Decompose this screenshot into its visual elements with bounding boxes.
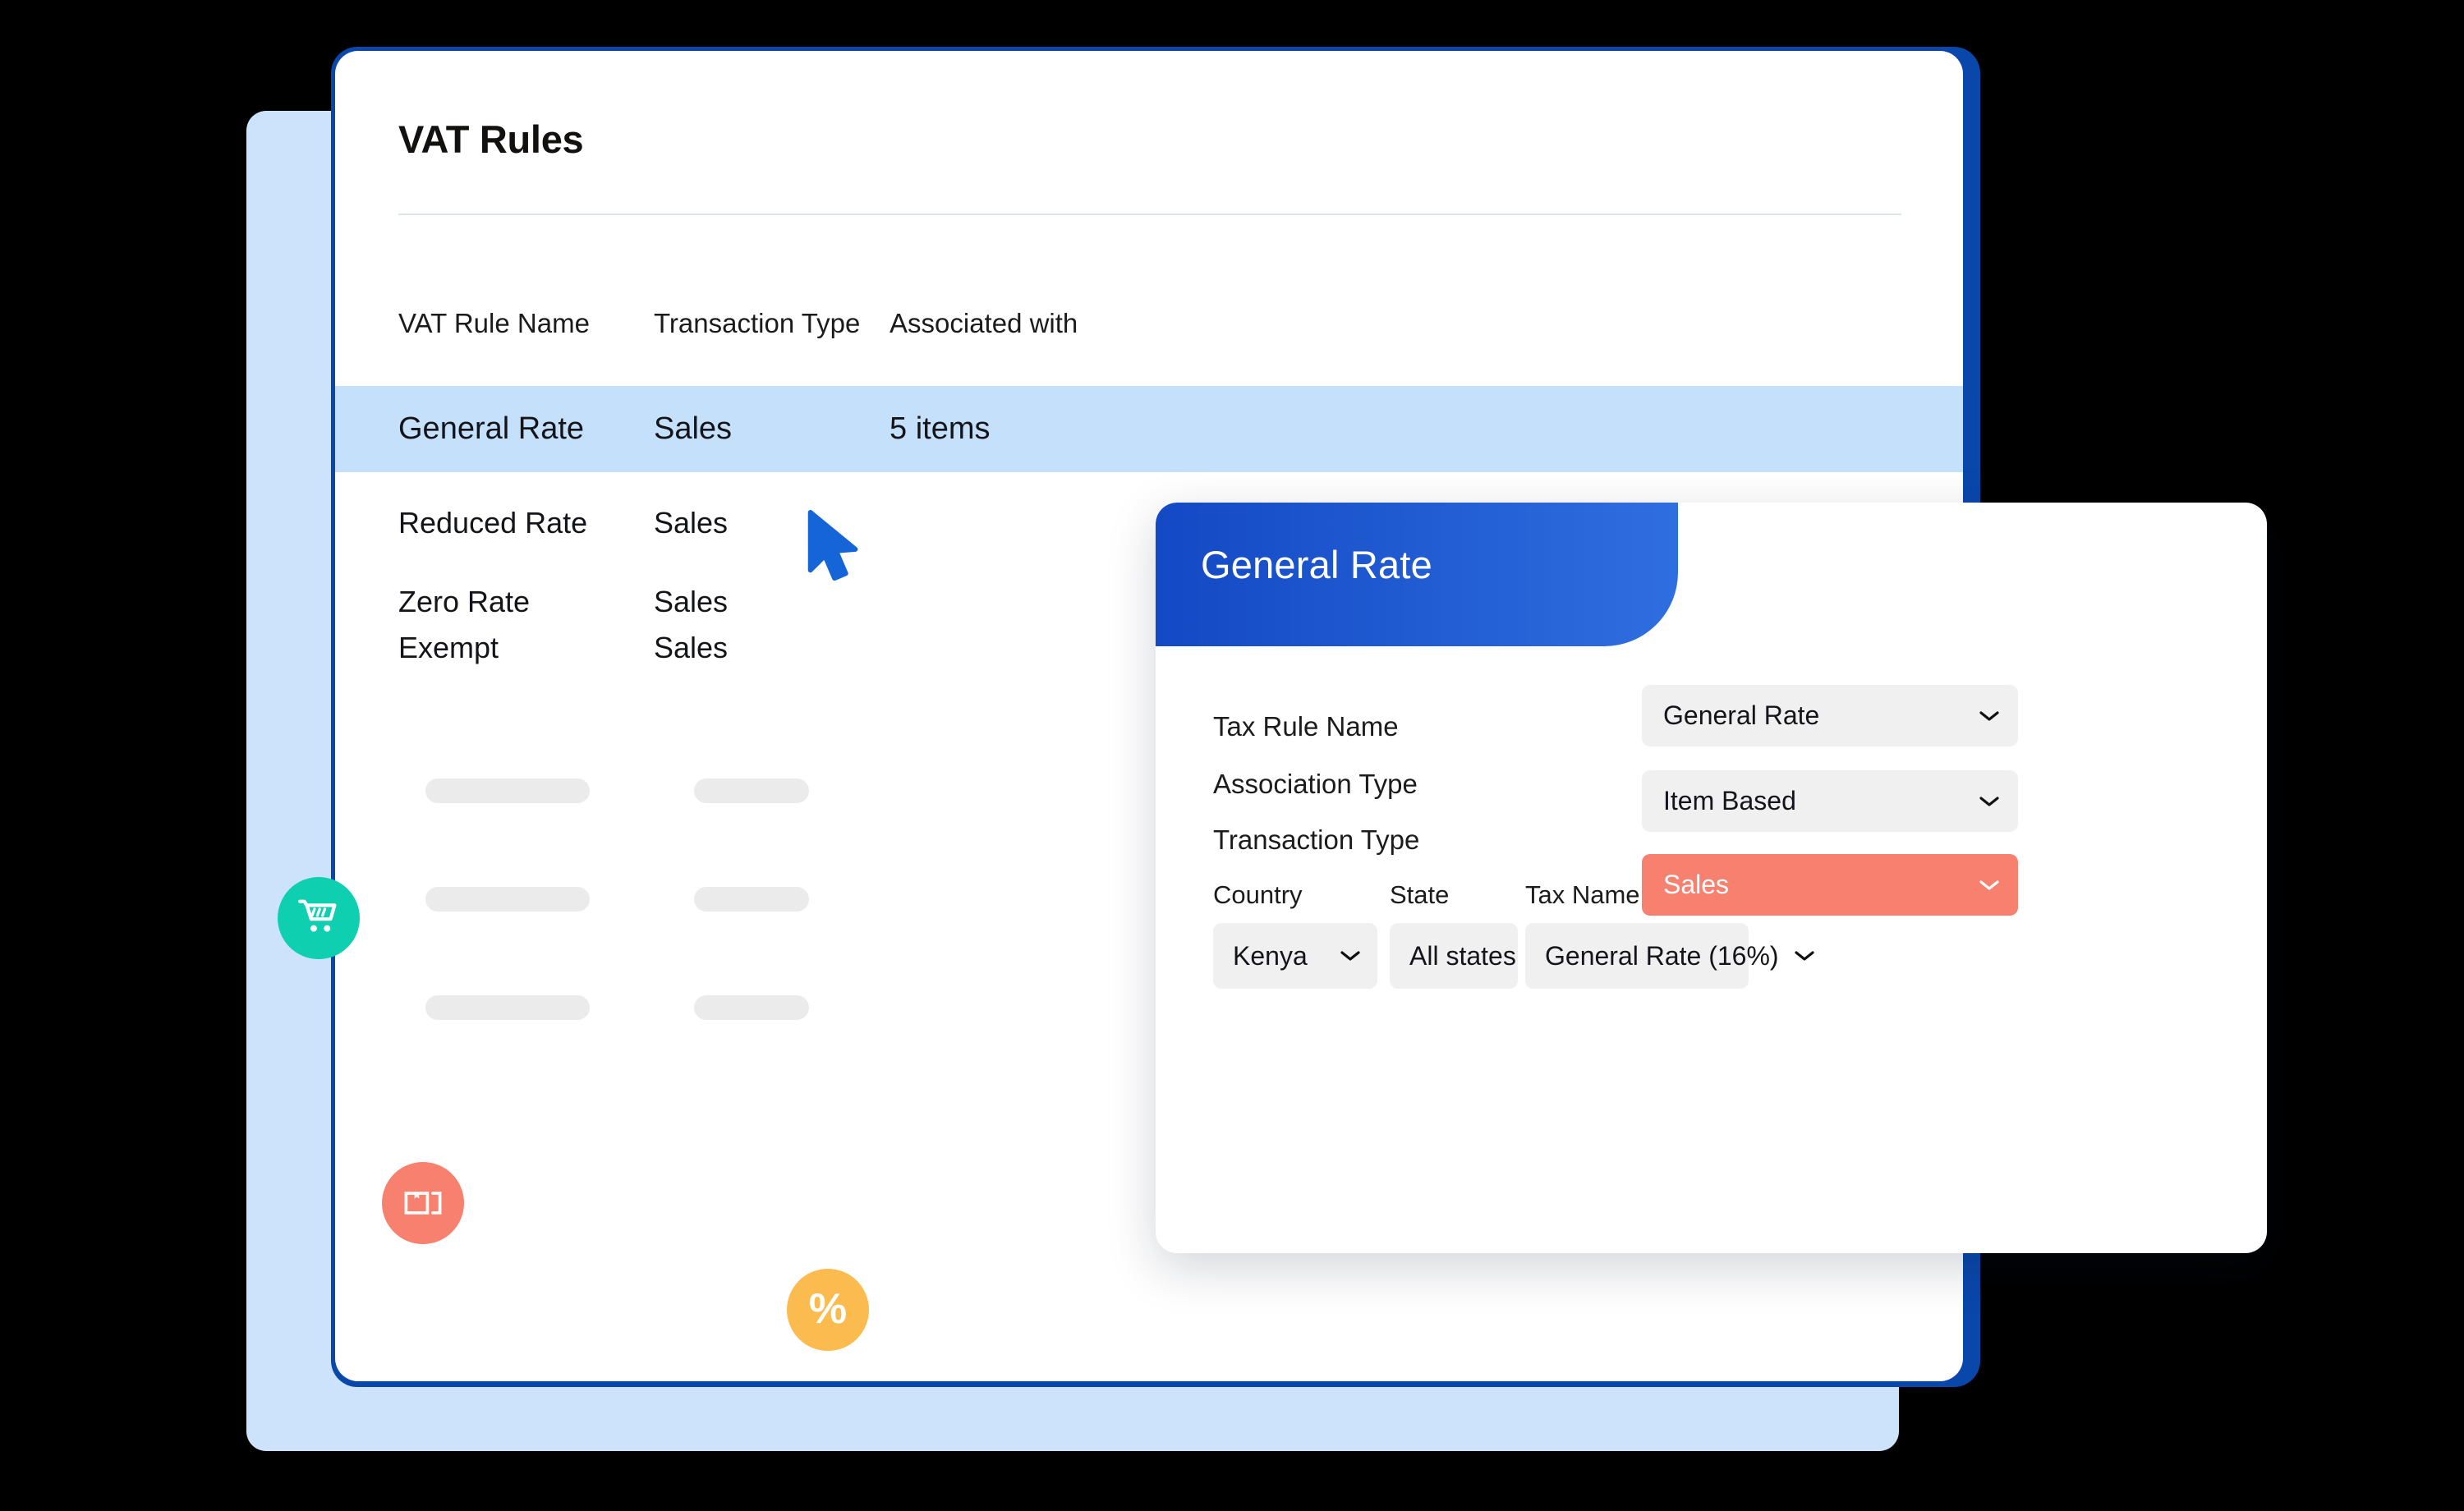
page-title: VAT Rules bbox=[398, 117, 584, 161]
column-header-associated-with: Associated with bbox=[890, 308, 1078, 338]
tax-rule-detail-panel: General Rate Tax Rule Name General Rate … bbox=[1156, 503, 2267, 1253]
dropdown-value: Sales bbox=[1663, 870, 1730, 899]
country-dropdown[interactable]: Kenya bbox=[1213, 923, 1377, 989]
state-dropdown[interactable]: All states bbox=[1390, 923, 1551, 989]
field-label: Tax Rule Name bbox=[1213, 711, 1399, 742]
chevron-down-icon bbox=[1979, 796, 1999, 806]
column-header-vat-rule-name: VAT Rule Name bbox=[398, 308, 590, 338]
cell-rule-name: Zero Rate bbox=[398, 585, 531, 618]
cell-transaction-type: Sales bbox=[654, 506, 729, 540]
field-tax-rule-name: Tax Rule Name General Rate bbox=[1156, 685, 2267, 756]
dropdown-value: All states bbox=[1409, 940, 1516, 971]
chevron-down-icon bbox=[1794, 951, 1814, 961]
skeleton-bar bbox=[425, 887, 590, 912]
transaction-type-dropdown[interactable]: Sales bbox=[1642, 854, 2018, 916]
detail-panel-title: General Rate bbox=[1201, 543, 1432, 586]
cell-rule-name: Reduced Rate bbox=[398, 506, 588, 540]
tax-name-dropdown[interactable]: General Rate (16%) bbox=[1525, 923, 1814, 989]
tax-name-label: Tax Name bbox=[1525, 880, 1640, 909]
column-header-transaction-type: Transaction Type bbox=[654, 308, 861, 338]
dropdown-value: Kenya bbox=[1233, 940, 1308, 971]
cell-associated-with: 5 items bbox=[890, 411, 991, 446]
field-transaction-type: Transaction Type Sales bbox=[1156, 811, 2267, 916]
tax-rule-name-dropdown[interactable]: General Rate bbox=[1642, 685, 2018, 746]
field-label: Association Type bbox=[1213, 769, 1418, 799]
mouse-cursor-icon bbox=[807, 509, 858, 581]
cell-rule-name: General Rate bbox=[398, 411, 585, 446]
badge-shopping-cart bbox=[278, 877, 360, 959]
chevron-down-icon bbox=[1979, 880, 1999, 890]
screenshot-stage: VAT Rules VAT Rule Name Transaction Type… bbox=[0, 0, 2464, 1511]
chevron-down-icon bbox=[1340, 951, 1360, 961]
cell-transaction-type: Sales bbox=[654, 411, 733, 446]
dropdown-value: General Rate (16%) bbox=[1545, 940, 1779, 971]
package-box-icon bbox=[404, 1192, 442, 1215]
skeleton-bar bbox=[694, 778, 809, 803]
skeleton-bar bbox=[694, 995, 809, 1020]
title-divider bbox=[398, 214, 1901, 215]
field-association-type: Association Type Item Based bbox=[1156, 756, 2267, 832]
table-header-row: VAT Rule Name Transaction Type Associate… bbox=[335, 295, 1963, 352]
dropdown-value: General Rate bbox=[1663, 700, 1820, 730]
field-label: Transaction Type bbox=[1213, 824, 1420, 855]
skeleton-bar bbox=[425, 778, 590, 803]
state-label: State bbox=[1390, 880, 1450, 909]
country-label: Country bbox=[1213, 880, 1303, 909]
skeleton-bar bbox=[425, 995, 590, 1020]
chevron-down-icon bbox=[1979, 710, 1999, 721]
badge-package-box bbox=[382, 1162, 464, 1244]
detail-panel-header: General Rate bbox=[1156, 503, 1678, 646]
cell-transaction-type: Sales bbox=[654, 631, 729, 664]
badge-percent: % bbox=[787, 1269, 869, 1351]
cell-transaction-type: Sales bbox=[654, 585, 729, 618]
cell-rule-name: Exempt bbox=[398, 631, 499, 664]
skeleton-bar bbox=[694, 887, 809, 912]
table-row[interactable]: General Rate Sales 5 items bbox=[335, 386, 1963, 472]
shopping-cart-icon bbox=[298, 899, 337, 932]
percent-icon: % bbox=[808, 1285, 848, 1333]
